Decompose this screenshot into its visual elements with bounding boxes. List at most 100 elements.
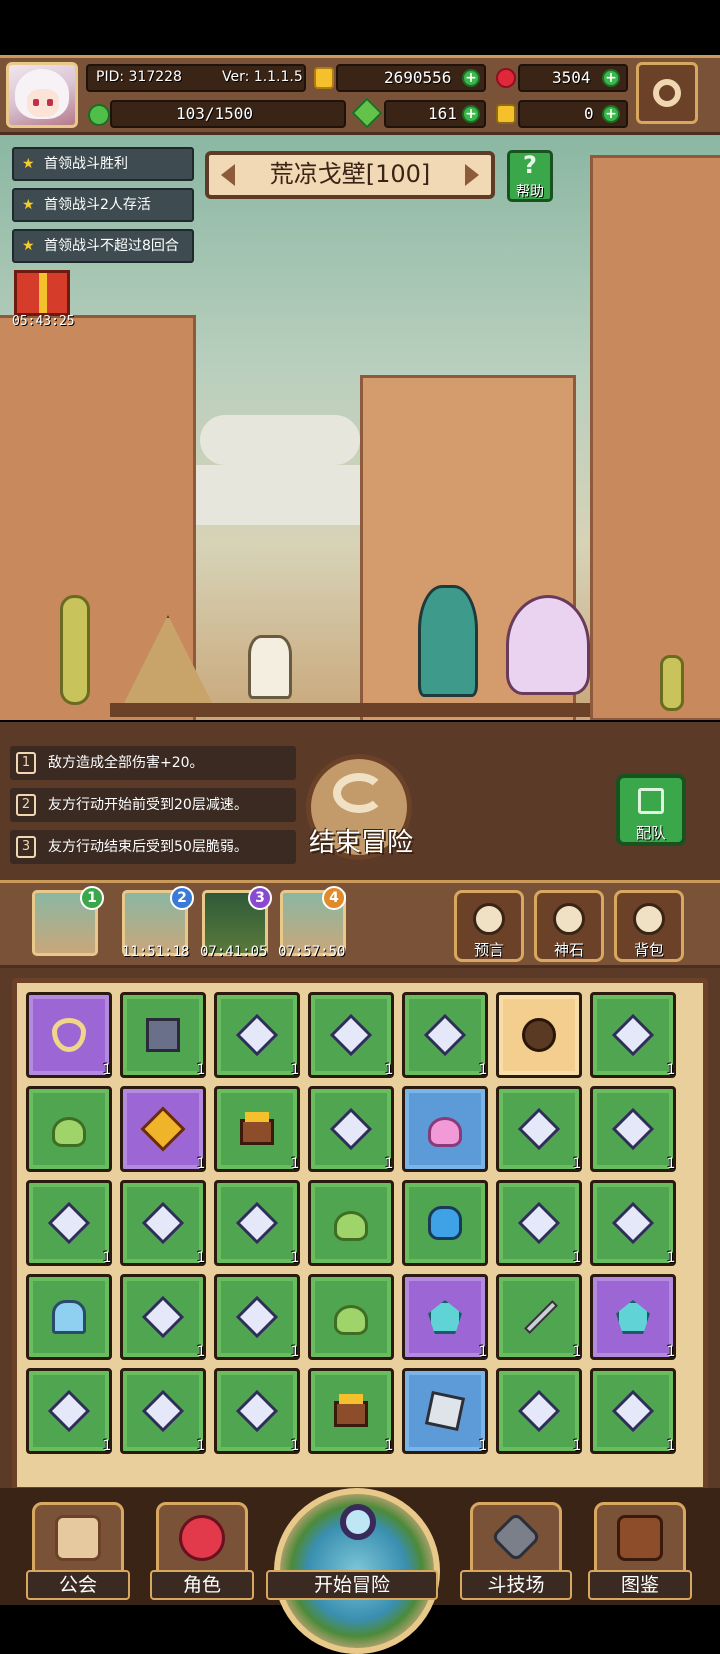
inventory-slot[interactable]: 1 <box>214 1274 300 1360</box>
crystal-icon <box>423 1013 467 1057</box>
gift-box-button[interactable] <box>14 270 70 316</box>
slot-number-badge: 4 <box>322 886 346 910</box>
quest-label: 首领战斗胜利 <box>44 156 128 172</box>
shard-icon <box>428 1300 462 1334</box>
rule-text: 敌方造成全部伤害+20。 <box>48 755 204 771</box>
inventory-slot[interactable]: 1 <box>590 1086 676 1172</box>
codex-label: 图鉴 <box>588 1570 692 1600</box>
inventory-slot[interactable]: 1 <box>590 1180 676 1266</box>
helm-icon <box>52 1300 86 1334</box>
item-count: 1 <box>196 1156 205 1172</box>
guild-label: 公会 <box>26 1570 130 1600</box>
inventory-slot[interactable]: 1 <box>308 1086 394 1172</box>
inventory-slot[interactable]: 1 <box>214 1086 300 1172</box>
item-count: 1 <box>572 1344 581 1360</box>
crystal-icon <box>517 1107 561 1151</box>
inventory-slot[interactable] <box>308 1180 394 1266</box>
crystal-icon <box>141 1295 185 1339</box>
shard-icon <box>616 1300 650 1334</box>
slime-icon <box>334 1305 368 1335</box>
knife-icon <box>524 1300 558 1334</box>
item-count: 1 <box>290 1156 299 1172</box>
quest-item[interactable]: ★ 首领战斗胜利 <box>12 147 194 181</box>
inventory-slot[interactable]: 1 <box>308 992 394 1078</box>
add-gold-button[interactable]: + <box>462 69 480 87</box>
item-count: 1 <box>478 1438 487 1454</box>
item-count: 1 <box>196 1438 205 1454</box>
inventory-slot[interactable]: 1 <box>496 1180 582 1266</box>
crystal-icon <box>329 1013 373 1057</box>
pot-icon <box>522 1018 556 1052</box>
item-count: 1 <box>290 1344 299 1360</box>
settings-gear-button[interactable] <box>636 62 698 124</box>
inventory-slot[interactable]: 1 <box>214 1180 300 1266</box>
inventory-slot[interactable]: 1 <box>496 1368 582 1454</box>
inventory-slot[interactable]: 1 <box>120 1180 206 1266</box>
stage-title-banner: 荒凉戈壁[100] <box>205 151 495 199</box>
modifier-rule: 2 友方行动开始前受到20层减速。 <box>10 788 296 822</box>
team-setup-button[interactable]: 配队 <box>616 774 686 846</box>
expedition-slot-bar <box>0 880 720 968</box>
modifier-rule: 3 友方行动结束后受到50层脆弱。 <box>10 830 296 864</box>
inventory-slot[interactable]: 1 <box>590 1274 676 1360</box>
inventory-slot[interactable]: 1 <box>496 1274 582 1360</box>
item-count: 1 <box>102 1250 111 1266</box>
inventory-slot[interactable] <box>496 992 582 1078</box>
add-clover-button[interactable]: + <box>462 105 480 123</box>
inventory-slot[interactable]: 1 <box>590 992 676 1078</box>
prophecy-button[interactable]: 预言 <box>454 890 524 962</box>
quest-label: 首领战斗2人存活 <box>44 197 151 213</box>
rule-number: 1 <box>16 752 36 774</box>
quest-item[interactable]: ★ 首领战斗2人存活 <box>12 188 194 222</box>
player-avatar[interactable] <box>6 62 78 128</box>
item-count: 1 <box>478 1062 487 1078</box>
inventory-slot[interactable]: 1 <box>120 1086 206 1172</box>
inventory-slot[interactable]: 1 <box>120 1368 206 1454</box>
inventory-slot[interactable] <box>402 1180 488 1266</box>
help-button[interactable]: ? 帮助 <box>507 150 553 202</box>
ground-path <box>110 703 590 717</box>
inventory-slot[interactable]: 1 <box>26 1368 112 1454</box>
inventory-slot[interactable]: 1 <box>214 992 300 1078</box>
inventory-slot[interactable]: 1 <box>120 1274 206 1360</box>
book-icon <box>146 1018 180 1052</box>
backpack-label: 背包 <box>633 941 664 959</box>
backpack-button[interactable]: 背包 <box>614 890 684 962</box>
energy-icon <box>88 104 110 126</box>
chest-icon <box>334 1394 368 1427</box>
battle-scene <box>0 135 720 720</box>
item-count: 1 <box>666 1438 675 1454</box>
add-key-button[interactable]: + <box>602 105 620 123</box>
key-icon <box>496 104 516 124</box>
inventory-slot[interactable]: 1 <box>26 992 112 1078</box>
god-stone-button[interactable]: 神石 <box>534 890 604 962</box>
inventory-slot[interactable]: 1 <box>26 1180 112 1266</box>
guild-hall-icon <box>55 1515 101 1561</box>
arrow-left-icon <box>221 164 235 186</box>
slime-icon <box>334 1211 368 1241</box>
cactus <box>60 595 90 705</box>
inventory-slot[interactable]: 1 <box>402 1368 488 1454</box>
inventory-slot[interactable]: 1 <box>496 1086 582 1172</box>
inventory-slot[interactable]: 1 <box>590 1368 676 1454</box>
inventory-slot[interactable] <box>308 1274 394 1360</box>
slime-icon <box>52 1117 86 1147</box>
cactus <box>660 655 684 711</box>
quest-item[interactable]: ★ 首领战斗不超过8回合 <box>12 229 194 263</box>
item-count: 1 <box>384 1062 393 1078</box>
player-id: PID: 317228 <box>96 69 182 85</box>
inventory-slot[interactable]: 1 <box>214 1368 300 1454</box>
item-count: 1 <box>196 1344 205 1360</box>
inventory-slot[interactable]: 1 <box>402 1274 488 1360</box>
end-adventure-label: 结束冒险 <box>308 828 413 858</box>
inventory-slot[interactable]: 1 <box>120 992 206 1078</box>
add-gem-button[interactable]: + <box>602 69 620 87</box>
item-count: 1 <box>666 1062 675 1078</box>
inventory-slot[interactable] <box>26 1086 112 1172</box>
key-amount: 0 <box>584 104 594 123</box>
inventory-slot[interactable] <box>26 1274 112 1360</box>
inventory-slot[interactable] <box>402 1086 488 1172</box>
crystal-icon <box>141 1389 185 1433</box>
inventory-slot[interactable]: 1 <box>308 1368 394 1454</box>
inventory-slot[interactable]: 1 <box>402 992 488 1078</box>
